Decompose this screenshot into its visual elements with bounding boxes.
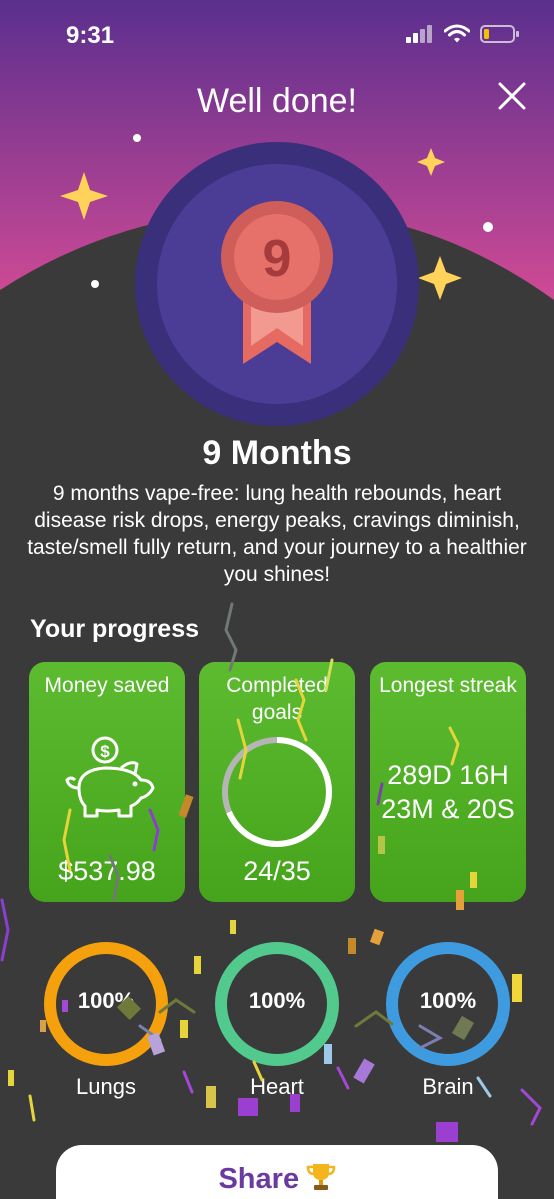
status-time: 9:31 (66, 22, 115, 49)
brain-ring[interactable]: 100% (384, 940, 512, 1068)
lungs-value: 100% (77, 988, 135, 1013)
medal-icon: 9 (135, 142, 419, 426)
goals-progress-ring (222, 737, 332, 847)
brain-value: 100% (419, 988, 477, 1013)
svg-text:$: $ (100, 742, 110, 761)
progress-heading: Your progress (30, 615, 200, 643)
lungs-label: Lungs (76, 1074, 136, 1099)
trophy-icon (306, 1164, 335, 1190)
longest-streak-label: Longest streak (379, 674, 517, 697)
status-icons (406, 24, 520, 44)
completed-goals-value: 24/35 (243, 856, 311, 886)
heart-label: Heart (250, 1074, 304, 1099)
longest-streak-value: 289D 16H 23M & 20S (381, 760, 515, 824)
share-button-label: Share (218, 1163, 300, 1195)
money-saved-value: $537.98 (58, 856, 156, 886)
status-bar: 9:31 (0, 0, 554, 72)
milestone-title: 9 Months (202, 434, 352, 472)
battery-icon (480, 25, 519, 43)
heart-ring[interactable]: 100% (213, 940, 341, 1068)
heart-value: 100% (248, 988, 306, 1013)
page-title: Well done! (196, 82, 358, 120)
completed-goals-card[interactable]: Completed goals 24/35 (199, 662, 355, 902)
piggy-bank-icon: $ (65, 736, 155, 818)
wifi-icon (444, 24, 470, 43)
money-saved-label: Money saved (44, 674, 170, 697)
lungs-ring[interactable]: 100% (42, 940, 170, 1068)
money-saved-card[interactable]: Money saved $ $537.98 (29, 662, 185, 902)
signal-icon (406, 25, 432, 43)
milestone-description: 9 months vape-free: lung health rebounds… (27, 482, 527, 586)
completed-goals-label: Completed goals (226, 674, 328, 724)
share-button[interactable]: Share (56, 1145, 498, 1199)
brain-label: Brain (422, 1074, 474, 1099)
close-icon[interactable] (494, 78, 530, 114)
longest-streak-card[interactable]: Longest streak 289D 16H 23M & 20S (370, 662, 526, 902)
medal-number: 9 (263, 230, 292, 288)
